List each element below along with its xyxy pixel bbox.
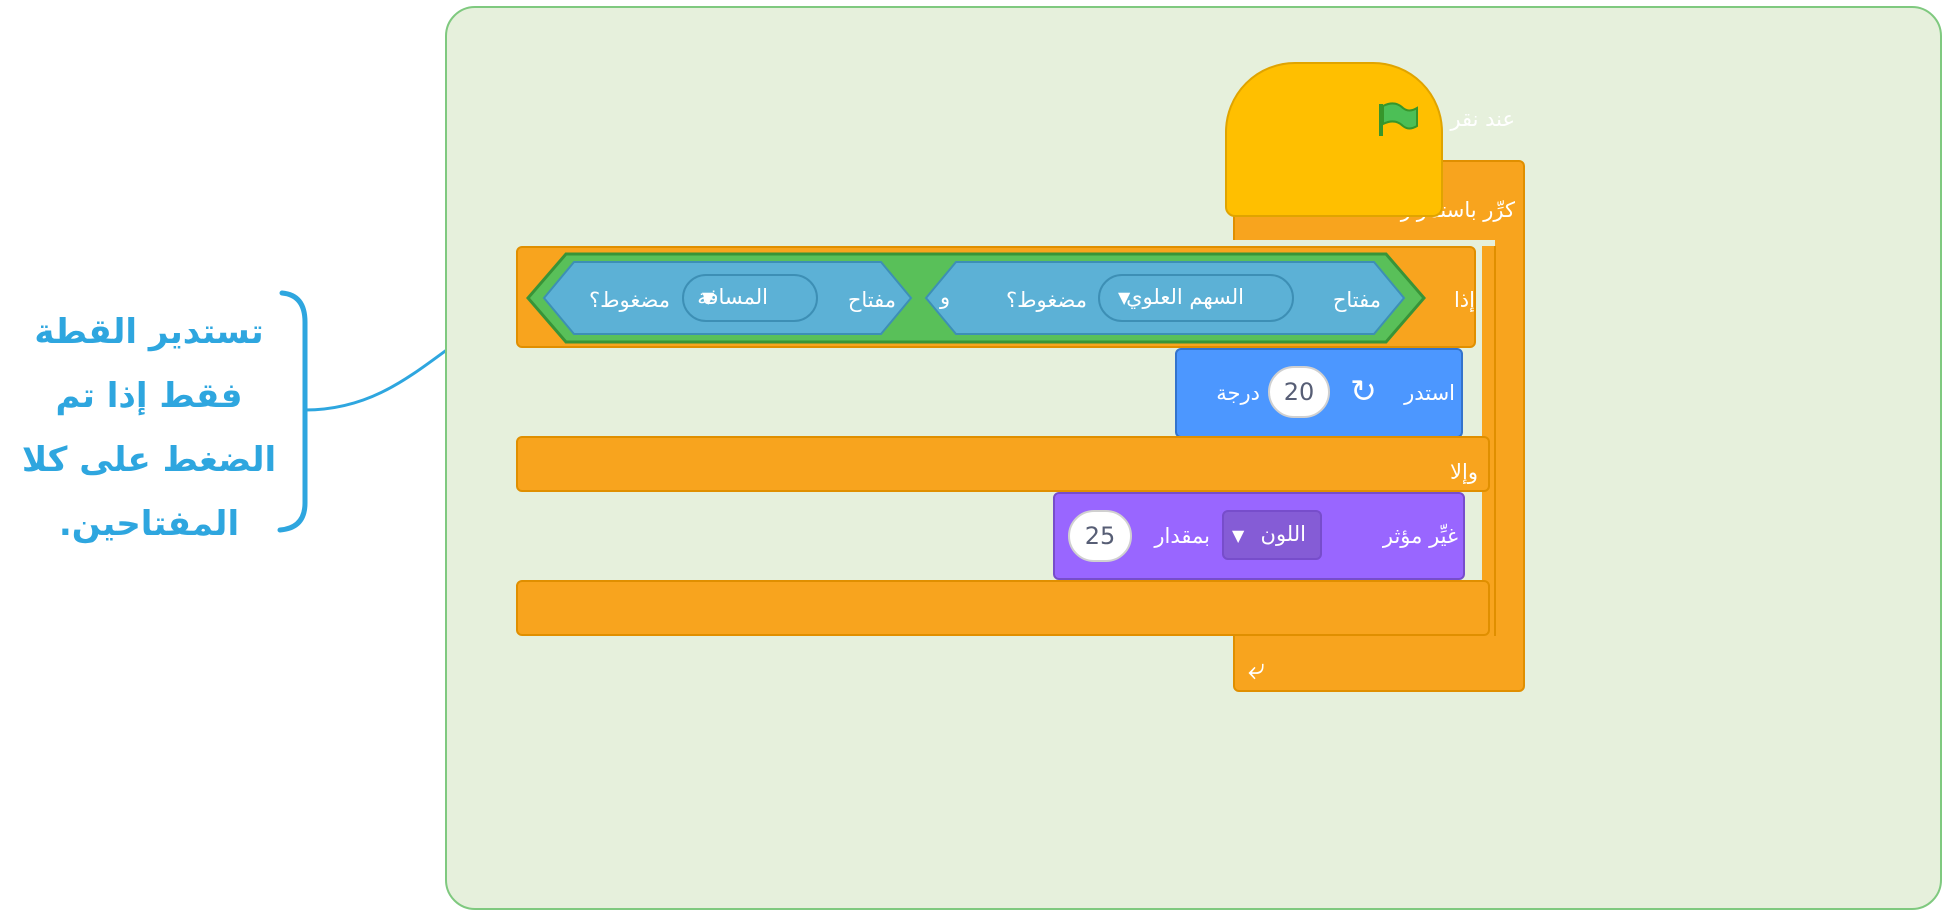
key2-dropdown[interactable]: المسافة ▼ — [682, 274, 818, 322]
when-flag-clicked-label: عند نقر — [1450, 107, 1515, 131]
effect-value: اللون — [1260, 522, 1306, 546]
green-flag-icon — [1379, 102, 1418, 136]
dropdown-arrow-icon: ▼ — [1118, 288, 1131, 307]
loop-arrow-icon: ⤶ — [1248, 652, 1265, 687]
by-label: بمقدار — [1154, 524, 1210, 548]
effect-dropdown[interactable]: اللون ▼ — [1222, 510, 1322, 560]
else-band — [516, 436, 1490, 492]
change-effect-label: غيِّر مؤثر — [1382, 524, 1458, 548]
if-label: إذا — [1453, 288, 1475, 312]
dropdown-arrow-icon: ▼ — [1232, 526, 1245, 545]
key2-suffix: مضغوط؟ — [588, 288, 670, 312]
key1-value: السهم العلوي — [1126, 285, 1244, 309]
and-label: و — [940, 285, 951, 309]
effect-amount-input[interactable]: 25 — [1068, 510, 1132, 562]
key2-prefix: مفتاح — [847, 288, 896, 312]
turn-label: استدر — [1404, 381, 1455, 405]
when-flag-clicked-block[interactable] — [1225, 62, 1443, 217]
if-else-block-bottom — [516, 580, 1490, 636]
rotate-right-icon: ↻ — [1350, 372, 1377, 410]
key1-suffix: مضغوط؟ — [1005, 288, 1087, 312]
key1-dropdown[interactable]: السهم العلوي ▼ — [1098, 274, 1294, 322]
key1-prefix: مفتاح — [1332, 288, 1381, 312]
dropdown-arrow-icon: ▼ — [702, 288, 715, 307]
turn-unit: درجة — [1216, 381, 1260, 405]
else-label: وإلا — [1450, 460, 1478, 484]
turn-degrees-input[interactable]: 20 — [1268, 366, 1330, 418]
